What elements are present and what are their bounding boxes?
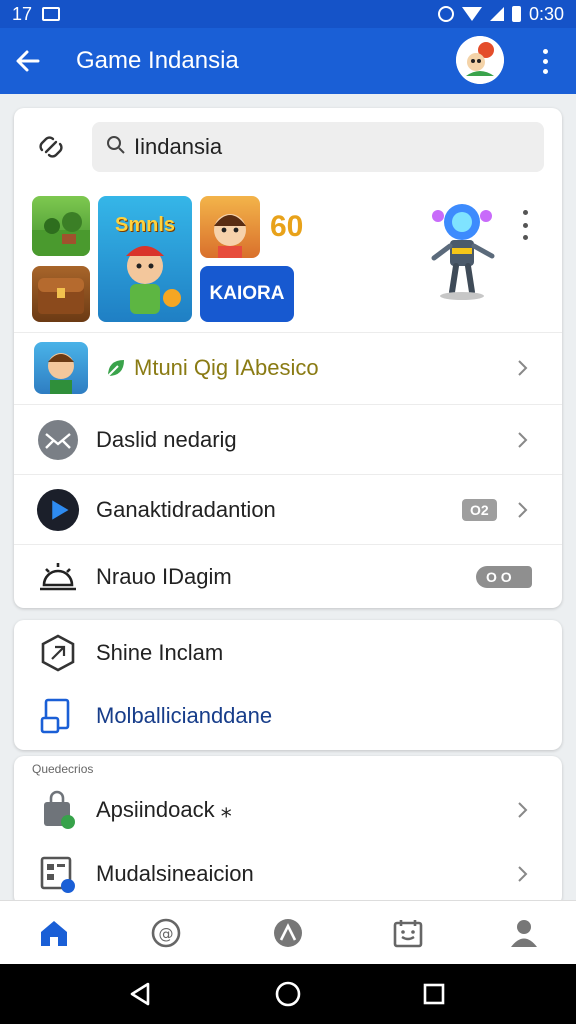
image-notification-icon: [42, 7, 61, 21]
app-bar: Game Indansia: [0, 28, 576, 94]
wifi-icon: [461, 7, 482, 21]
home-icon[interactable]: [34, 913, 74, 953]
list-item-label: Apsiindoack ⁎: [96, 797, 232, 822]
list-item[interactable]: Daslid nedarig: [14, 404, 562, 474]
list-item[interactable]: Molballicianddane: [14, 688, 562, 744]
bag-icon: [36, 788, 80, 832]
system-navigation-bar: [0, 964, 576, 1024]
game-tile-kaiora[interactable]: KAIORA: [200, 266, 294, 322]
svg-text:@: @: [159, 925, 174, 943]
list-item-label: Molballicianddane: [96, 703, 273, 728]
alarm-icon: [437, 6, 454, 22]
list-item-label: Ganaktidradantion: [96, 496, 276, 522]
system-back-icon[interactable]: [126, 980, 154, 1008]
chevron-right-icon: [512, 500, 532, 520]
game-tile-featured[interactable]: Smnls: [98, 196, 192, 322]
search-row: Iindansia: [14, 108, 562, 186]
device-icon: [36, 694, 80, 738]
section-card: Quedecrios Apsiindoack ⁎ Mudalsineaicion: [14, 756, 562, 906]
search-input[interactable]: Iindansia: [92, 122, 544, 172]
list-item-label: Mtuni Qig IAbesico: [134, 354, 319, 380]
chevron-right-icon: [512, 800, 532, 820]
chevron-right-icon: [512, 430, 532, 450]
robot-character-icon: [424, 196, 500, 300]
shield-icon: [36, 631, 80, 675]
bottom-navigation: @: [0, 900, 576, 964]
count-badge: O2: [462, 498, 497, 521]
mail-badge-icon: [36, 418, 80, 462]
avatar[interactable]: [456, 36, 504, 84]
chevron-right-icon: [512, 358, 532, 378]
calendar-icon[interactable]: [388, 913, 428, 953]
game-tile-chest[interactable]: [32, 266, 90, 322]
list-item[interactable]: Nrauo IDagim O O: [14, 544, 562, 608]
toggle-badge[interactable]: O O: [476, 565, 532, 588]
play-store-icon: [36, 488, 80, 532]
list-item-label: Daslid nedarig: [96, 426, 237, 452]
sunrise-icon: [36, 555, 80, 599]
games-strip: Smnls KAIORA 60: [14, 188, 562, 332]
list-item[interactable]: Apsiindoack ⁎: [14, 778, 562, 842]
game-tile-character[interactable]: [200, 196, 260, 258]
back-arrow-icon[interactable]: [0, 28, 56, 94]
system-home-icon[interactable]: [274, 980, 302, 1008]
status-bar: 17 0:30: [0, 0, 576, 28]
game-tile-landscape[interactable]: [32, 196, 90, 256]
games-more-icon[interactable]: [518, 210, 532, 240]
chevron-right-icon: [512, 864, 532, 884]
list-item-label: Mudalsineaicion: [96, 861, 254, 886]
settings-card: Shine Inclam Molballicianddane: [14, 620, 562, 750]
list-item[interactable]: Shine Inclam: [14, 626, 562, 680]
list-item[interactable]: Ganaktidradantion O2: [14, 474, 562, 544]
explore-icon[interactable]: [268, 913, 308, 953]
list-item[interactable]: Mudalsineaicion: [14, 842, 562, 906]
main-card: Iindansia Smnls KAIORA 60 Mtuni Qig IAbe…: [14, 108, 562, 608]
leaf-icon: [104, 356, 128, 380]
list-item-label: Shine Inclam: [96, 640, 224, 665]
battery-icon: [511, 6, 521, 22]
score-label: 60: [270, 210, 304, 243]
game-character-icon: [34, 341, 88, 394]
signal-icon: [489, 7, 504, 21]
list-item[interactable]: Mtuni Qig IAbesico: [14, 332, 562, 402]
section-header: Quedecrios: [32, 762, 94, 776]
grid-app-icon: [36, 852, 80, 896]
search-value: Iindansia: [134, 134, 223, 159]
profile-icon[interactable]: [504, 913, 544, 953]
status-time: 0:30: [528, 3, 564, 24]
page-title: Game Indansia: [76, 47, 239, 74]
search-icon: [106, 135, 126, 160]
status-left-text: 17: [12, 3, 33, 24]
mention-icon[interactable]: @: [146, 913, 186, 953]
list-item-label: Nrauo IDagim: [96, 563, 232, 589]
system-recents-icon[interactable]: [420, 980, 448, 1008]
more-vert-icon[interactable]: [530, 42, 560, 80]
link-icon[interactable]: [34, 130, 68, 164]
